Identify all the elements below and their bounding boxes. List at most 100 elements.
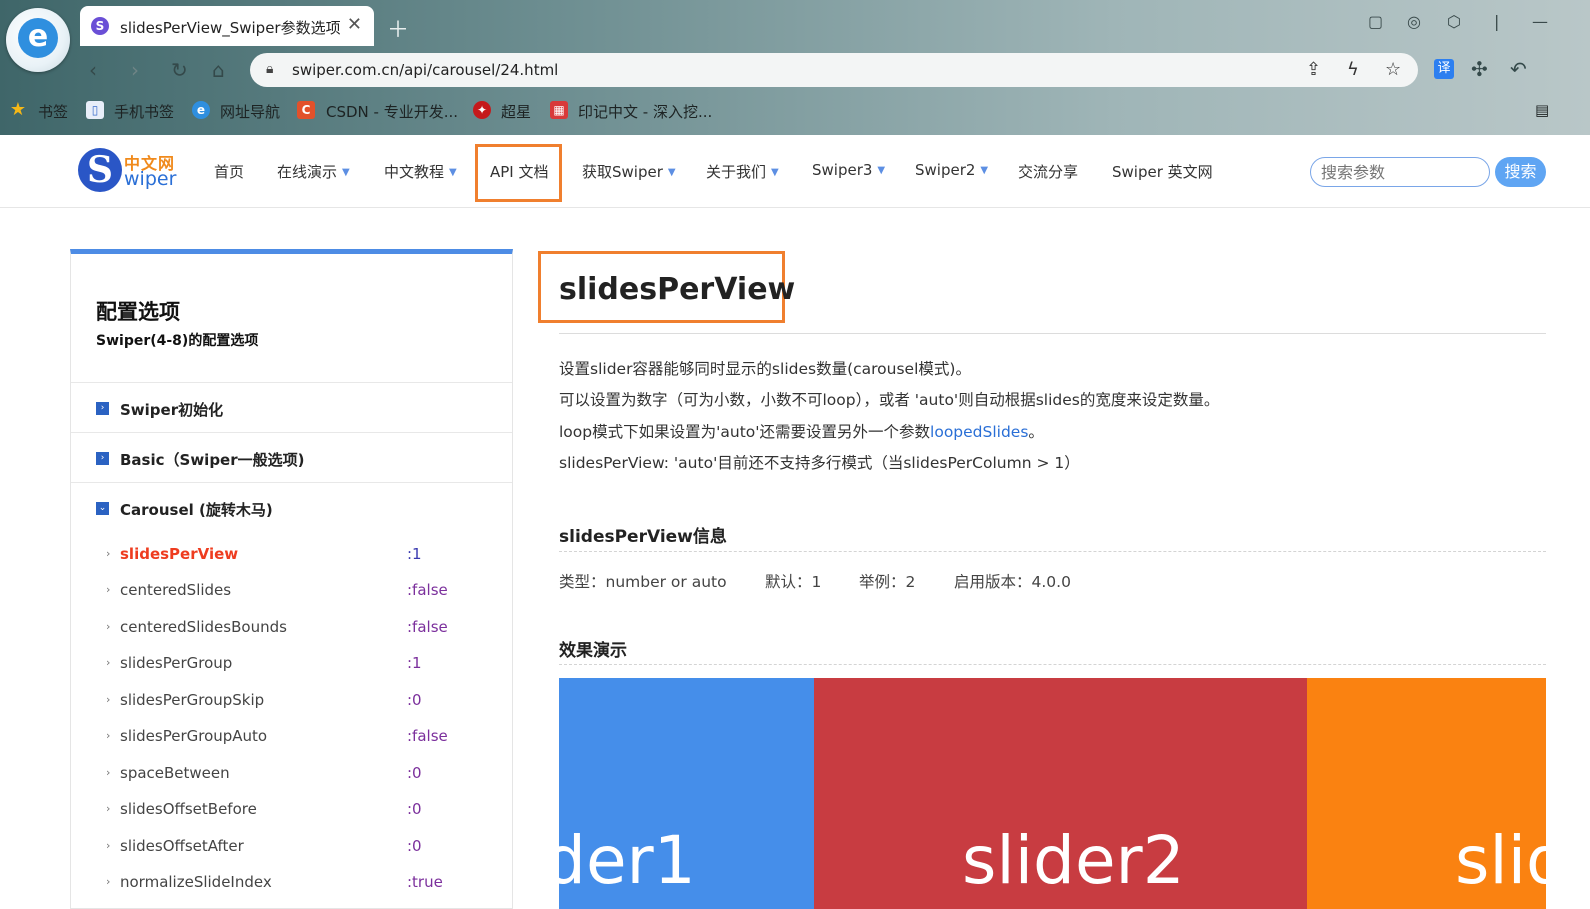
- caret-down-icon: ▼: [980, 165, 989, 176]
- reading-list-icon[interactable]: ▤: [1535, 101, 1549, 119]
- nav-about[interactable]: 关于我们 ▼: [706, 161, 779, 182]
- option-centeredslides[interactable]: › centeredSlides :false: [71, 574, 512, 610]
- browser-logo-icon[interactable]: e: [6, 8, 70, 72]
- info-default: 默认：1: [765, 573, 822, 591]
- option-normalizeslideindex[interactable]: › normalizeSlideIndex :true: [71, 866, 512, 902]
- text-prefix: loop模式下如果设置为'auto'还需要设置另外一个参数: [559, 423, 931, 441]
- option-slidesoffsetbefore[interactable]: › slidesOffsetBefore :0: [71, 793, 512, 829]
- option-slidespergroupskip[interactable]: › slidesPerGroupSkip :0: [71, 684, 512, 720]
- shirt-icon[interactable]: ⬡: [1447, 12, 1461, 31]
- option-value: :false: [407, 581, 448, 599]
- reload-icon[interactable]: ↻: [171, 58, 188, 82]
- demo-heading: 效果演示: [559, 641, 627, 661]
- undo-icon[interactable]: ↶: [1510, 57, 1527, 81]
- sidebar-section-basic[interactable]: › Basic（Swiper一般选项): [71, 432, 512, 482]
- option-slidesperview[interactable]: › slidesPerView :1: [71, 538, 512, 574]
- tab-close-icon[interactable]: ✕: [347, 14, 362, 35]
- lightning-icon[interactable]: ϟ: [1347, 59, 1359, 80]
- option-value: :true: [407, 873, 443, 891]
- description-line-3: loop模式下如果设置为'auto'还需要设置另外一个参数loopedSlide…: [559, 420, 1044, 442]
- option-slidespergroup[interactable]: › slidesPerGroup :1: [71, 647, 512, 683]
- caret-down-icon: ▼: [877, 165, 886, 176]
- chaoxing-icon: ✦: [473, 101, 491, 119]
- title-divider: [559, 333, 1546, 334]
- logo-en: wiper: [124, 168, 177, 190]
- search-input[interactable]: [1310, 157, 1490, 187]
- nav-api-docs[interactable]: API 文档: [490, 161, 549, 182]
- nav-tutorials[interactable]: 中文教程 ▼: [384, 161, 457, 182]
- nav-english-site[interactable]: Swiper 英文网: [1112, 161, 1213, 182]
- option-name: slidesOffsetAfter: [120, 837, 244, 855]
- nav-demos[interactable]: 在线演示 ▼: [277, 161, 350, 182]
- collapse-icon: ⌄: [96, 502, 109, 515]
- slide-2[interactable]: slider2: [814, 678, 1307, 909]
- new-tab-icon[interactable]: ＋: [387, 12, 409, 44]
- slide-label: slider2: [962, 822, 1185, 899]
- section-label: Basic（Swiper一般选项): [120, 451, 305, 469]
- option-slidesoffsetafter[interactable]: › slidesOffsetAfter :0: [71, 830, 512, 866]
- chevron-right-icon: ›: [106, 875, 111, 888]
- chevron-right-icon: ›: [106, 547, 111, 560]
- option-name: slidesOffsetBefore: [120, 800, 257, 818]
- browser-tab[interactable]: S slidesPerView_Swiper参数选项 ✕: [80, 6, 374, 46]
- bookmark-item[interactable]: CSDN - 专业开发...: [326, 101, 458, 122]
- chevron-right-icon: ›: [106, 729, 111, 742]
- tab-favicon-icon: S: [91, 17, 109, 35]
- slide-label: slider1: [559, 822, 696, 899]
- forward-icon[interactable]: ›: [131, 58, 139, 82]
- bookmark-item[interactable]: 手机书签: [114, 101, 174, 122]
- description-line-1: 设置slider容器能够同时显示的slides数量(carousel模式)。: [559, 360, 971, 378]
- option-spacebetween[interactable]: › spaceBetween :0: [71, 757, 512, 793]
- description-line-4: slidesPerView: 'auto'目前还不支持多行模式（当slidesP…: [559, 454, 1080, 472]
- option-centeredslidesbounds[interactable]: › centeredSlidesBounds :false: [71, 611, 512, 647]
- option-value: :0: [407, 691, 422, 709]
- caret-down-icon: ▼: [449, 167, 457, 178]
- bookmark-item[interactable]: 超星: [501, 101, 531, 122]
- option-value: :0: [407, 800, 422, 818]
- home-icon[interactable]: ⌂: [212, 58, 225, 82]
- option-slidespergroupauto[interactable]: › slidesPerGroupAuto :false: [71, 720, 512, 756]
- nav-community[interactable]: 交流分享: [1018, 161, 1078, 182]
- sidebar-toggle-icon[interactable]: ▢: [1368, 12, 1383, 31]
- translate-icon[interactable]: 译: [1434, 59, 1454, 79]
- bookmark-item[interactable]: 网址导航: [220, 101, 280, 122]
- bookmark-item[interactable]: 印记中文 - 深入挖...: [578, 101, 712, 122]
- star-icon[interactable]: ☆: [1385, 59, 1401, 80]
- chevron-right-icon: ›: [106, 620, 111, 633]
- share-icon[interactable]: ⇪: [1306, 59, 1321, 80]
- expand-icon: ›: [96, 402, 109, 415]
- nav-get-swiper[interactable]: 获取Swiper ▼: [582, 161, 676, 182]
- minimize-icon[interactable]: —: [1532, 12, 1548, 31]
- nav-home[interactable]: 首页: [214, 161, 244, 182]
- extension-icon[interactable]: ✣: [1471, 57, 1488, 81]
- bookmark-item[interactable]: 书签: [38, 101, 68, 122]
- sidebar-section-init[interactable]: › Swiper初始化: [71, 382, 512, 432]
- browser-chrome: e S slidesPerView_Swiper参数选项 ✕ ＋ ▢ ◎ ⬡ |…: [0, 0, 1590, 135]
- back-icon[interactable]: ‹: [89, 58, 97, 82]
- looped-slides-link[interactable]: loopedSlides: [930, 423, 1028, 441]
- info-type: 类型：number or auto: [559, 573, 727, 591]
- navigation-icon: e: [192, 101, 210, 119]
- slide-1[interactable]: slider1: [559, 678, 814, 909]
- expand-icon: ›: [96, 452, 109, 465]
- nav-swiper3[interactable]: Swiper3 ▼: [812, 161, 885, 179]
- slide-3[interactable]: slider3: [1307, 678, 1546, 909]
- description-line-2: 可以设置为数字（可为小数，小数不可loop），或者 'auto'则自动根据sli…: [559, 391, 1220, 409]
- sidebar-section-carousel[interactable]: ⌄ Carousel (旋转木马): [71, 482, 512, 532]
- divider-icon: |: [1494, 12, 1500, 31]
- address-bar[interactable]: 🔒︎ swiper.com.cn/api/carousel/24.html ⇪ …: [250, 53, 1418, 87]
- option-name: centeredSlidesBounds: [120, 618, 287, 636]
- url-text: swiper.com.cn/api/carousel/24.html: [292, 61, 559, 79]
- search-button[interactable]: 搜索: [1495, 157, 1546, 187]
- info-example: 举例：2: [859, 573, 916, 591]
- demo-divider: [559, 664, 1546, 665]
- info-heading: slidesPerView信息: [559, 527, 727, 547]
- yinji-icon: ▦: [550, 101, 568, 119]
- incognito-icon[interactable]: ◎: [1407, 12, 1421, 31]
- option-value: :false: [407, 727, 448, 745]
- mobile-bookmark-icon: ▯: [86, 101, 104, 119]
- site-logo[interactable]: S 中文网 wiper: [78, 148, 188, 194]
- swiper-demo[interactable]: slider1 slider2 slider3: [559, 678, 1546, 909]
- nav-swiper2[interactable]: Swiper2 ▼: [915, 161, 988, 179]
- logo-letter: S: [78, 148, 122, 192]
